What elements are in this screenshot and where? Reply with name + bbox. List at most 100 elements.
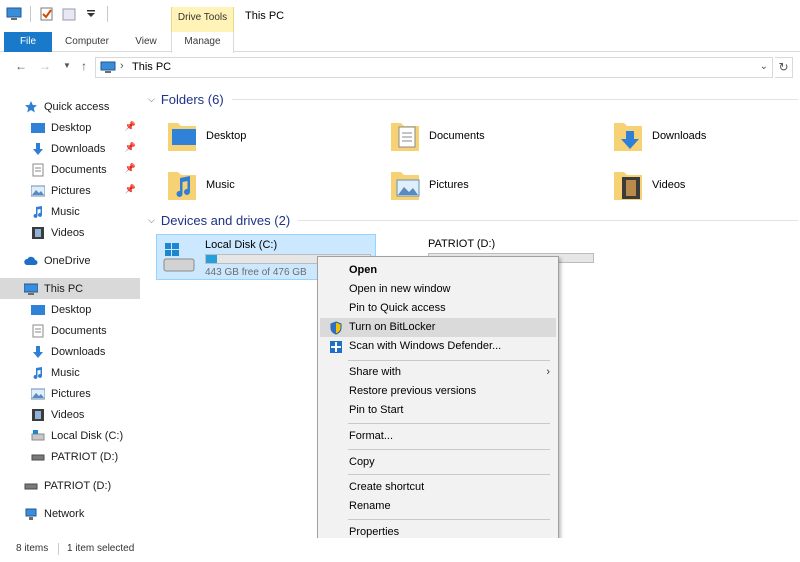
nav-onedrive[interactable]: OneDrive (0, 250, 140, 271)
menu-item-bitlocker[interactable]: Turn on BitLocker (320, 318, 556, 337)
network-icon (24, 507, 38, 521)
folder-tile-downloads[interactable]: Downloads (612, 114, 800, 158)
nav-qa-music[interactable]: Music (0, 201, 140, 222)
tab-manage[interactable]: Manage (171, 32, 234, 53)
pictures-icon (30, 387, 46, 401)
properties-check-icon[interactable] (39, 6, 55, 22)
nav-pc-videos[interactable]: Videos (0, 404, 140, 425)
documents-folder-icon (389, 117, 423, 155)
desktop-icon (31, 303, 45, 317)
refresh-icon[interactable]: ↻ (775, 57, 793, 78)
menu-item-windows-defender[interactable]: Scan with Windows Defender... (320, 337, 556, 356)
music-folder-icon (166, 166, 200, 204)
pc-icon[interactable] (6, 6, 22, 22)
pin-icon[interactable]: 📌 (125, 142, 136, 153)
menu-separator (348, 449, 550, 450)
drive-usage-fill (206, 255, 218, 263)
nav-pc-local-disk[interactable]: Local Disk (C:) (0, 425, 140, 446)
menu-item-share-with[interactable]: Share with › (320, 363, 556, 382)
chevron-down-icon[interactable]: ⌵ (148, 94, 155, 105)
pin-icon[interactable]: 📌 (125, 184, 136, 195)
new-folder-icon[interactable] (61, 6, 77, 22)
defender-icon (329, 340, 343, 354)
menu-item-format[interactable]: Format... (320, 427, 556, 446)
nav-label: This PC (44, 282, 84, 295)
nav-this-pc[interactable]: This PC (0, 278, 140, 299)
folder-tile-music[interactable]: Music (166, 163, 376, 207)
arrow-left-icon[interactable]: ← (14, 59, 28, 73)
menu-item-pin-quick-access[interactable]: Pin to Quick access (320, 299, 556, 318)
arrow-up-icon[interactable]: ↑ (77, 59, 91, 73)
breadcrumb-separator-icon[interactable]: › (120, 60, 124, 72)
recent-dropdown-icon[interactable]: ▼ (60, 59, 74, 73)
pin-icon[interactable]: 📌 (125, 163, 136, 174)
nav-label: Music (51, 366, 80, 379)
status-bar: 8 items 1 item selected (0, 538, 800, 562)
nav-pc-patriot[interactable]: PATRIOT (D:) (0, 446, 140, 467)
nav-pc-desktop[interactable]: Desktop (0, 299, 140, 320)
pictures-icon (30, 184, 46, 198)
film-icon (31, 226, 45, 240)
nav-qa-documents[interactable]: Documents 📌 (0, 159, 140, 180)
menu-separator (348, 474, 550, 475)
customize-dropdown-icon[interactable] (83, 6, 99, 22)
menu-item-open[interactable]: Open (320, 261, 556, 280)
menu-item-copy[interactable]: Copy (320, 453, 556, 472)
menu-separator (348, 519, 550, 520)
window-title: This PC (245, 10, 285, 22)
nav-qa-downloads[interactable]: Downloads 📌 (0, 138, 140, 159)
folder-tile-documents[interactable]: Documents (389, 114, 599, 158)
pin-icon[interactable]: 📌 (125, 121, 136, 132)
this-pc-icon (100, 61, 116, 74)
toolbar-separator (107, 6, 108, 22)
folder-tile-desktop[interactable]: Desktop (166, 114, 376, 158)
ribbon-tabs: File Computer View Manage (0, 32, 800, 53)
address-bar[interactable]: › This PC ⌄ (95, 57, 773, 78)
folder-label: Music (206, 179, 235, 191)
nav-quick-access[interactable]: Quick access (0, 96, 140, 117)
folder-tile-videos[interactable]: Videos (612, 163, 800, 207)
drives-group-header[interactable]: ⌵ Devices and drives (2) (148, 211, 798, 229)
drive-label: PATRIOT (D:) (428, 238, 496, 250)
nav-pc-pictures[interactable]: Pictures (0, 383, 140, 404)
nav-patriot[interactable]: PATRIOT (D:) (0, 475, 140, 496)
divider (298, 219, 798, 221)
star-icon (24, 100, 38, 114)
nav-pc-music[interactable]: Music (0, 362, 140, 383)
desktop-icon (31, 121, 45, 135)
hard-drive-icon (31, 429, 45, 443)
videos-folder-icon (612, 166, 646, 204)
arrow-right-icon[interactable]: → (38, 59, 52, 73)
menu-item-restore-versions[interactable]: Restore previous versions (320, 382, 556, 401)
nav-qa-desktop[interactable]: Desktop 📌 (0, 117, 140, 138)
nav-pc-documents[interactable]: Documents (0, 320, 140, 341)
usb-drive-icon (24, 479, 38, 493)
breadcrumb-this-pc[interactable]: This PC (132, 61, 171, 73)
nav-qa-videos[interactable]: Videos (0, 222, 140, 243)
folder-tile-pictures[interactable]: Pictures (389, 163, 599, 207)
nav-label: Videos (51, 408, 85, 421)
music-note-icon (31, 205, 45, 219)
nav-qa-pictures[interactable]: Pictures 📌 (0, 180, 140, 201)
nav-label: PATRIOT (D:) (51, 450, 119, 463)
nav-label: Quick access (44, 100, 110, 113)
windows-drive-icon (161, 241, 197, 275)
chevron-down-icon[interactable]: ⌵ (148, 215, 155, 226)
menu-separator (348, 360, 550, 361)
status-item-count: 8 items (16, 543, 49, 554)
menu-item-pin-start[interactable]: Pin to Start (320, 401, 556, 420)
menu-item-rename[interactable]: Rename (320, 497, 556, 516)
menu-item-create-shortcut[interactable]: Create shortcut (320, 478, 556, 497)
tab-computer[interactable]: Computer (58, 32, 116, 52)
toolbar-separator (30, 6, 31, 22)
folder-label: Desktop (206, 130, 247, 142)
folder-label: Documents (429, 130, 485, 142)
nav-pc-downloads[interactable]: Downloads (0, 341, 140, 362)
nav-label: OneDrive (44, 254, 91, 267)
address-dropdown-icon[interactable]: ⌄ (760, 61, 768, 72)
folders-group-header[interactable]: ⌵ Folders (6) (148, 90, 798, 108)
tab-view[interactable]: View (126, 32, 166, 52)
tab-file[interactable]: File (4, 32, 52, 52)
nav-network[interactable]: Network (0, 503, 140, 524)
menu-item-open-new-window[interactable]: Open in new window (320, 280, 556, 299)
